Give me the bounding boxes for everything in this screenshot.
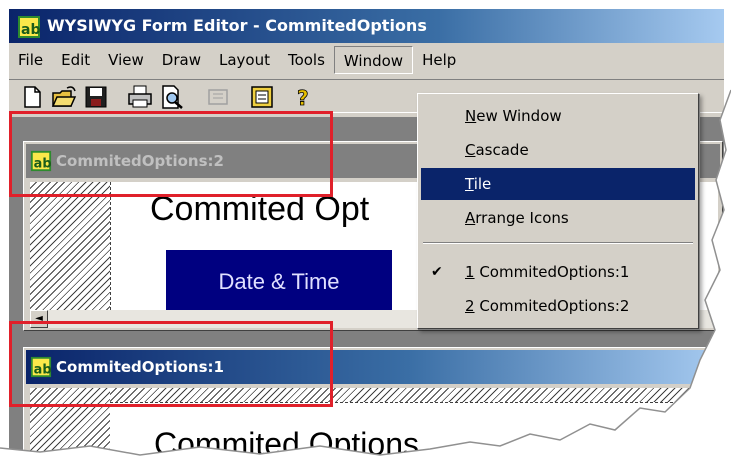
disabled-tool-icon[interactable] [205, 84, 231, 110]
print-preview-icon[interactable] [159, 84, 185, 110]
highlight-box-window-1 [9, 321, 333, 407]
mnemonic: C [465, 141, 476, 159]
menu-help[interactable]: Help [413, 46, 465, 74]
mnemonic: 1 [465, 263, 475, 281]
svg-text:ab: ab [21, 22, 40, 38]
form-heading-1[interactable]: Commited Options [154, 426, 419, 460]
check-icon: ✔ [431, 264, 443, 280]
mnemonic: N [465, 107, 477, 125]
menu-item-arrange-icons[interactable]: Arrange Icons [421, 202, 695, 234]
open-icon[interactable] [51, 84, 77, 110]
menu-item-window-1[interactable]: ✔ 1 CommitedOptions:1 [421, 256, 695, 288]
menu-item-label: CommitedOptions:1 [474, 263, 630, 281]
menu-item-label: CommitedOptions:2 [474, 297, 630, 315]
window-menu-dropdown: New Window Cascade Tile Arrange Icons ✔ 1… [417, 93, 699, 329]
menu-draw[interactable]: Draw [153, 46, 210, 74]
menu-tools[interactable]: Tools [279, 46, 334, 74]
menu-item-tile[interactable]: Tile [421, 168, 695, 200]
title-bar[interactable]: ab WYSIWYG Form Editor - CommitedOptions [9, 9, 724, 43]
save-icon[interactable] [83, 84, 109, 110]
margin-guide [110, 182, 111, 310]
menu-item-label: ile [473, 175, 492, 193]
new-icon[interactable] [19, 84, 45, 110]
window-title: WYSIWYG Form Editor - CommitedOptions [47, 16, 427, 35]
svg-text:?: ? [297, 86, 309, 110]
menu-item-label: ew Window [476, 107, 562, 125]
app-ab-icon: ab [18, 16, 40, 38]
menu-bar: File Edit View Draw Layout Tools Window … [9, 45, 724, 75]
menu-item-label: rrange Icons [475, 209, 569, 227]
menu-separator [423, 242, 693, 244]
highlight-box-window-2 [9, 111, 333, 197]
menu-file[interactable]: File [9, 46, 52, 74]
menu-window[interactable]: Window [333, 46, 414, 74]
mnemonic: A [465, 209, 476, 227]
menu-item-label: ascade [475, 141, 529, 159]
menu-edit[interactable]: Edit [52, 46, 99, 74]
hatched-margin [30, 182, 110, 310]
help-icon[interactable]: ? [291, 84, 317, 110]
date-time-button[interactable]: Date & Time [166, 250, 392, 310]
page-icon[interactable] [249, 84, 275, 110]
mnemonic: 2 [465, 297, 475, 315]
menu-item-cascade[interactable]: Cascade [421, 134, 695, 166]
app-window: ab WYSIWYG Form Editor - CommitedOptions… [8, 8, 724, 460]
print-icon[interactable] [127, 84, 153, 110]
menu-view[interactable]: View [99, 46, 153, 74]
menu-item-window-2[interactable]: 2 CommitedOptions:2 [421, 290, 695, 322]
mnemonic: T [465, 175, 474, 193]
menu-layout[interactable]: Layout [210, 46, 279, 74]
menu-item-new-window[interactable]: New Window [421, 100, 695, 132]
